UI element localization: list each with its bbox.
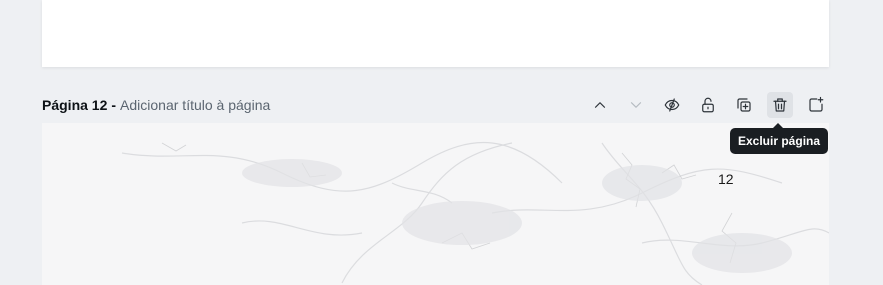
canvas-page-number-text[interactable]: 12 (718, 171, 734, 187)
marble-background-image (42, 123, 829, 285)
duplicate-icon (737, 98, 751, 112)
add-page-title-input[interactable]: Adicionar título à página (120, 97, 270, 113)
move-page-down-button[interactable] (623, 92, 649, 118)
add-page-icon (809, 96, 824, 112)
eye-slash-icon (664, 98, 680, 112)
duplicate-page-button[interactable] (731, 92, 757, 118)
trash-icon (773, 98, 787, 112)
delete-page-button[interactable] (767, 92, 793, 118)
add-page-button[interactable] (803, 92, 829, 118)
page-title: Página 12 - Adicionar título à página (42, 97, 270, 113)
title-separator: - (111, 97, 117, 113)
hide-page-button[interactable] (659, 92, 685, 118)
delete-page-tooltip: Excluir página (730, 123, 829, 154)
chevron-down-icon (630, 102, 642, 108)
move-page-up-button[interactable] (587, 92, 613, 118)
unlock-icon (702, 97, 714, 113)
lock-page-button[interactable] (695, 92, 721, 118)
page-header: Página 12 - Adicionar título à página (42, 90, 829, 120)
page-canvas[interactable]: 12 (42, 123, 829, 285)
chevron-up-icon (594, 102, 606, 108)
previous-page-canvas[interactable] (42, 0, 829, 67)
page-toolbar (577, 90, 829, 120)
page-number-label: Página 12 (42, 97, 108, 113)
